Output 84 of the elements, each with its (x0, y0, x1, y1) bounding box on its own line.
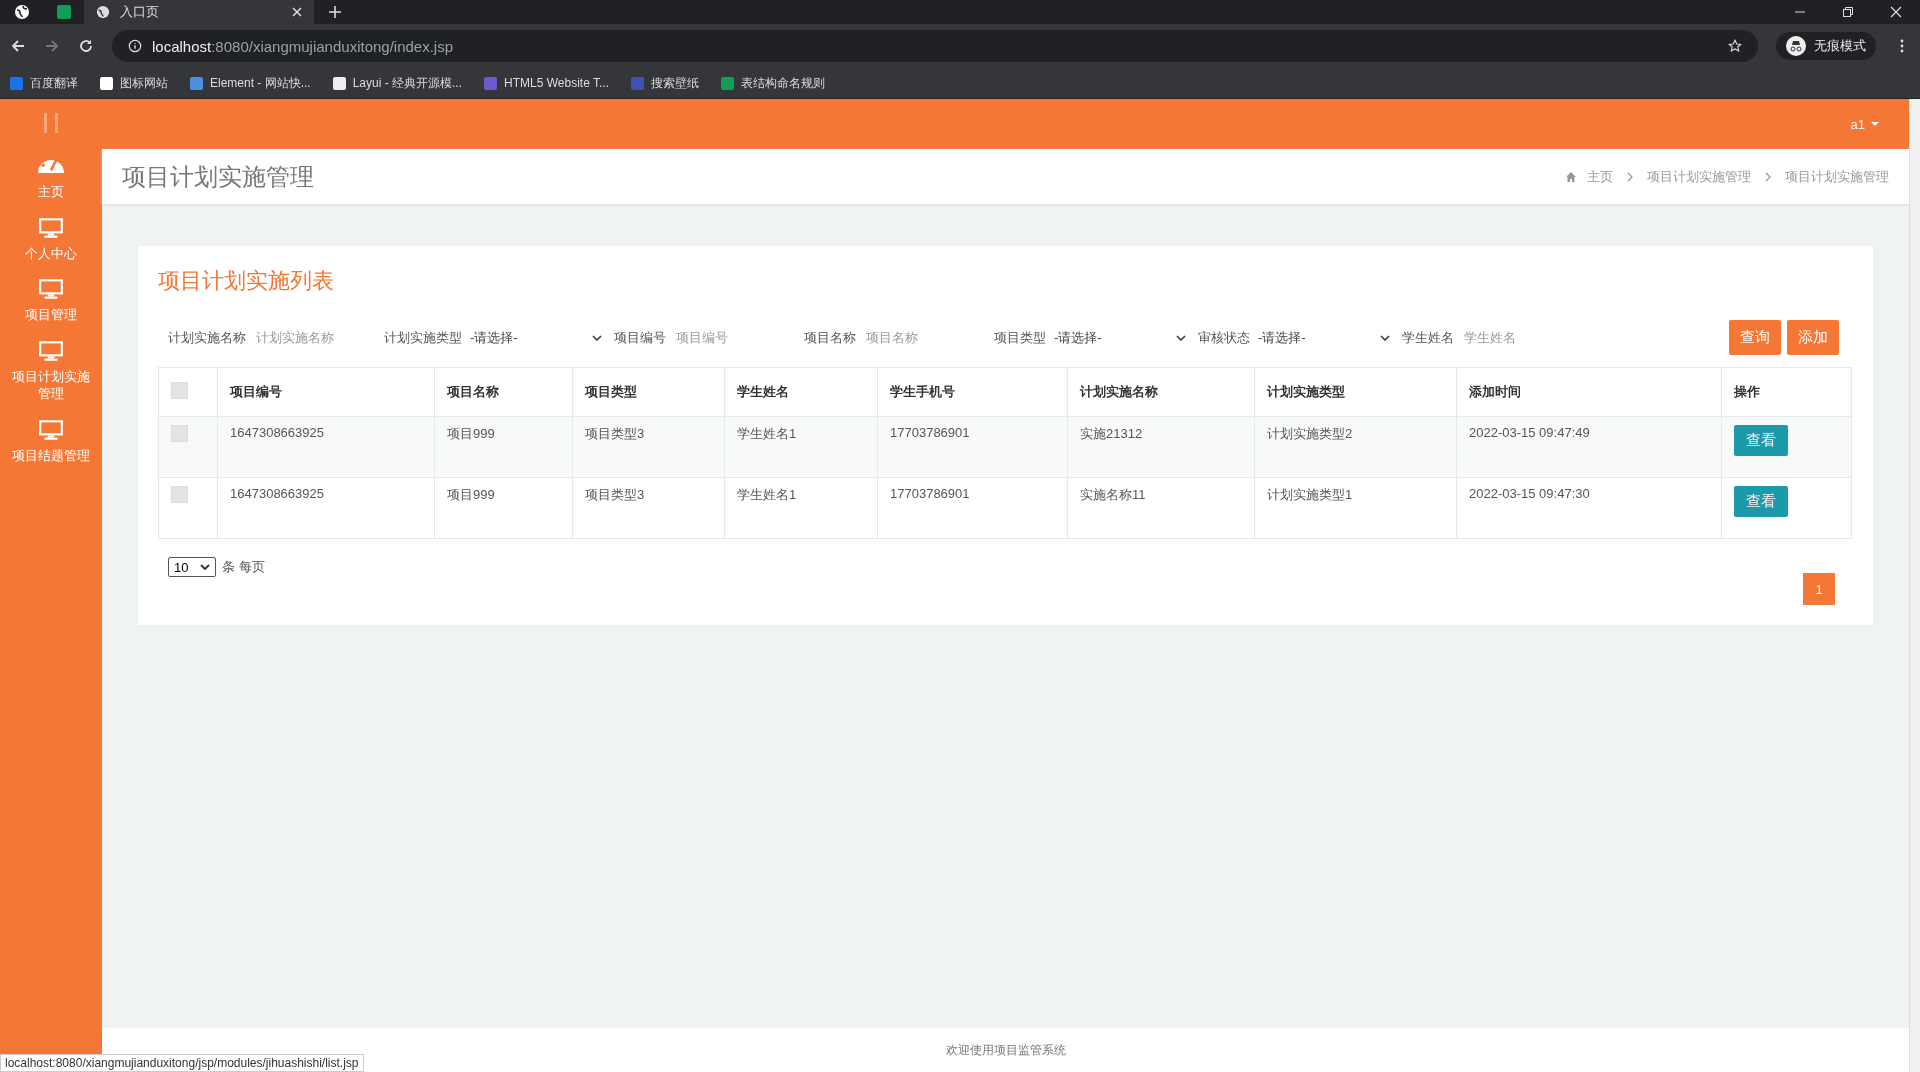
info-icon[interactable] (128, 39, 142, 53)
column-header: 学生手机号 (877, 367, 1068, 417)
column-header: 项目名称 (434, 367, 573, 417)
home-icon (1565, 170, 1577, 183)
checkbox[interactable] (171, 486, 188, 503)
column-header: 项目编号 (217, 367, 435, 417)
table-cell: 项目999 (434, 416, 573, 478)
restore-icon[interactable] (1842, 6, 1854, 18)
table-cell: 学生姓名1 (724, 477, 878, 539)
filter-label: 项目编号 (614, 328, 666, 347)
bookmark[interactable]: 搜索壁纸 (631, 74, 699, 92)
list-title: 项目计划实施列表 (158, 267, 335, 295)
back-icon[interactable] (10, 38, 26, 54)
logo-icon (44, 113, 58, 133)
bookmark[interactable]: HTML5 Website T... (484, 76, 609, 90)
monitor-icon (38, 339, 64, 362)
bookmark[interactable]: 百度翻译 (10, 74, 78, 92)
input-field[interactable]: 计划实施名称 (254, 321, 376, 354)
monitor-icon (38, 418, 64, 441)
checkbox[interactable] (171, 425, 188, 442)
bookmark[interactable]: 表结构命名规则 (721, 74, 825, 92)
bookmark[interactable]: Element - 网站快... (190, 74, 311, 92)
bookmark[interactable]: Layui - 经典开源模... (332, 74, 463, 92)
gauge-icon (38, 160, 64, 173)
monitor-icon (38, 216, 64, 239)
filter-label: 计划实施类型 (384, 328, 462, 347)
chevron-icon (200, 564, 210, 570)
column-header: 添加时间 (1456, 367, 1722, 417)
input-field[interactable]: 项目编号 (674, 321, 796, 354)
scrollbar[interactable] (1909, 99, 1920, 1072)
globe-icon[interactable] (14, 4, 30, 20)
star-icon[interactable] (1728, 39, 1742, 53)
address-field[interactable]: localhost:8080/xiangmujianduxitong/index.jsp (112, 30, 1758, 62)
incognito-icon (1786, 36, 1806, 56)
column-header: 计划实施名称 (1067, 367, 1255, 417)
bookmark[interactable]: 图标网站 (100, 74, 168, 92)
close-icon[interactable] (1890, 6, 1902, 18)
forward-icon[interactable] (44, 38, 60, 54)
select-dropdown[interactable]: -请选择- (1054, 322, 1190, 353)
table-cell: 2022-03-15 09:47:49 (1456, 416, 1722, 478)
filter-label: 项目名称 (804, 328, 856, 347)
filter-label: 计划实施名称 (168, 328, 246, 347)
column-header: 学生姓名 (724, 367, 878, 417)
column-header: 操作 (1721, 367, 1852, 417)
chevron-icon (1765, 171, 1771, 182)
filter-label: 审核状态 (1198, 328, 1250, 347)
monitor-icon (38, 278, 64, 301)
table-cell: 实施21312 (1067, 416, 1255, 478)
page-title: 项目计划实施管理 (122, 161, 315, 192)
table-cell: 17703786901 (877, 477, 1068, 539)
chevron-icon (1627, 171, 1633, 182)
table-cell: 项目类型3 (572, 477, 725, 539)
chevron-icon (1380, 334, 1390, 341)
incognito-button[interactable]: 无痕模式 (1776, 32, 1876, 60)
reload-icon[interactable] (78, 38, 94, 54)
browser-tab[interactable]: 入口页 (84, 0, 314, 24)
table-cell: 项目类型3 (572, 416, 725, 478)
column-header: 计划实施类型 (1254, 367, 1457, 417)
input-field[interactable]: 学生姓名 (1462, 321, 1584, 354)
table-cell: 1647308663925 (217, 416, 435, 478)
column-header: 项目类型 (572, 367, 725, 417)
input-field[interactable]: 项目名称 (864, 321, 986, 354)
table-cell: 项目999 (434, 477, 573, 539)
status-url: localhost:8080/xiangmujianduxitong/jsp/modules/jihuashishi/list.jsp (0, 1054, 364, 1072)
select-dropdown[interactable]: -请选择- (470, 322, 606, 353)
select-dropdown[interactable]: -请选择- (1258, 322, 1394, 353)
page-size-label: 条 每页 (222, 558, 265, 576)
filter-label: 学生姓名 (1402, 328, 1454, 347)
chevron-icon (1176, 334, 1186, 341)
filter-label: 项目类型 (994, 328, 1046, 347)
new-tab-icon[interactable] (328, 5, 342, 19)
chevron-icon (592, 334, 602, 341)
table-cell: 1647308663925 (217, 477, 435, 539)
page-size-select[interactable]: 10 (168, 557, 216, 577)
table-cell: 计划实施类型2 (1254, 416, 1457, 478)
globe-icon (96, 5, 110, 19)
checkbox[interactable] (171, 382, 188, 399)
close-tab-icon[interactable] (292, 7, 302, 17)
table-cell: 实施名称11 (1067, 477, 1255, 539)
table-cell: 学生姓名1 (724, 416, 878, 478)
table-cell: 2022-03-15 09:47:30 (1456, 477, 1722, 539)
table-cell: 17703786901 (877, 416, 1068, 478)
table-cell: 计划实施类型1 (1254, 477, 1457, 539)
footer-text: 欢迎使用项目监管系统 (945, 1041, 1066, 1059)
